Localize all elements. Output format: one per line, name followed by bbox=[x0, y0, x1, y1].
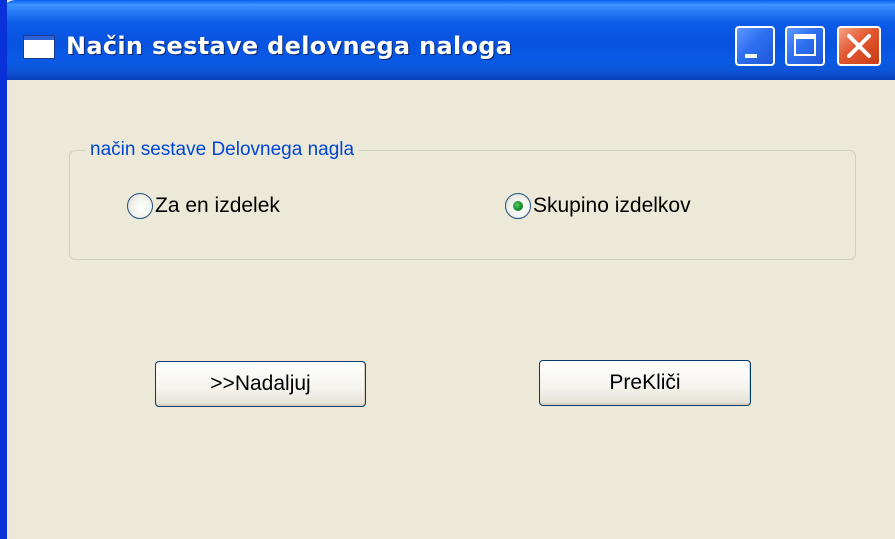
close-button[interactable] bbox=[837, 26, 881, 66]
title-bar[interactable]: Način sestave delovnega naloga bbox=[7, 0, 895, 80]
radio-label-single-product[interactable]: Za en izdelek bbox=[155, 194, 280, 218]
window-icon bbox=[23, 35, 55, 59]
maximize-button[interactable] bbox=[785, 26, 825, 66]
maximize-icon bbox=[794, 34, 816, 56]
radio-button-selected[interactable] bbox=[505, 193, 531, 219]
groupbox-legend: način sestave Delovnega nagla bbox=[85, 139, 360, 161]
close-icon bbox=[847, 34, 871, 58]
minimize-button[interactable] bbox=[735, 26, 775, 66]
radio-label-product-group[interactable]: Skupino izdelkov bbox=[533, 194, 691, 218]
radio-single-product[interactable]: Za en izdelek bbox=[127, 193, 280, 219]
cancel-button[interactable]: PreKliči bbox=[539, 360, 751, 406]
radio-product-group[interactable]: Skupino izdelkov bbox=[505, 193, 691, 219]
window-title: Način sestave delovnega naloga bbox=[66, 32, 513, 60]
radio-button-unselected[interactable] bbox=[127, 193, 153, 219]
minimize-icon bbox=[745, 54, 757, 58]
continue-button[interactable]: >>Nadaljuj bbox=[155, 361, 366, 407]
radio-selected-dot bbox=[513, 201, 523, 211]
dialog-window: Način sestave delovnega naloga način ses… bbox=[0, 0, 895, 539]
